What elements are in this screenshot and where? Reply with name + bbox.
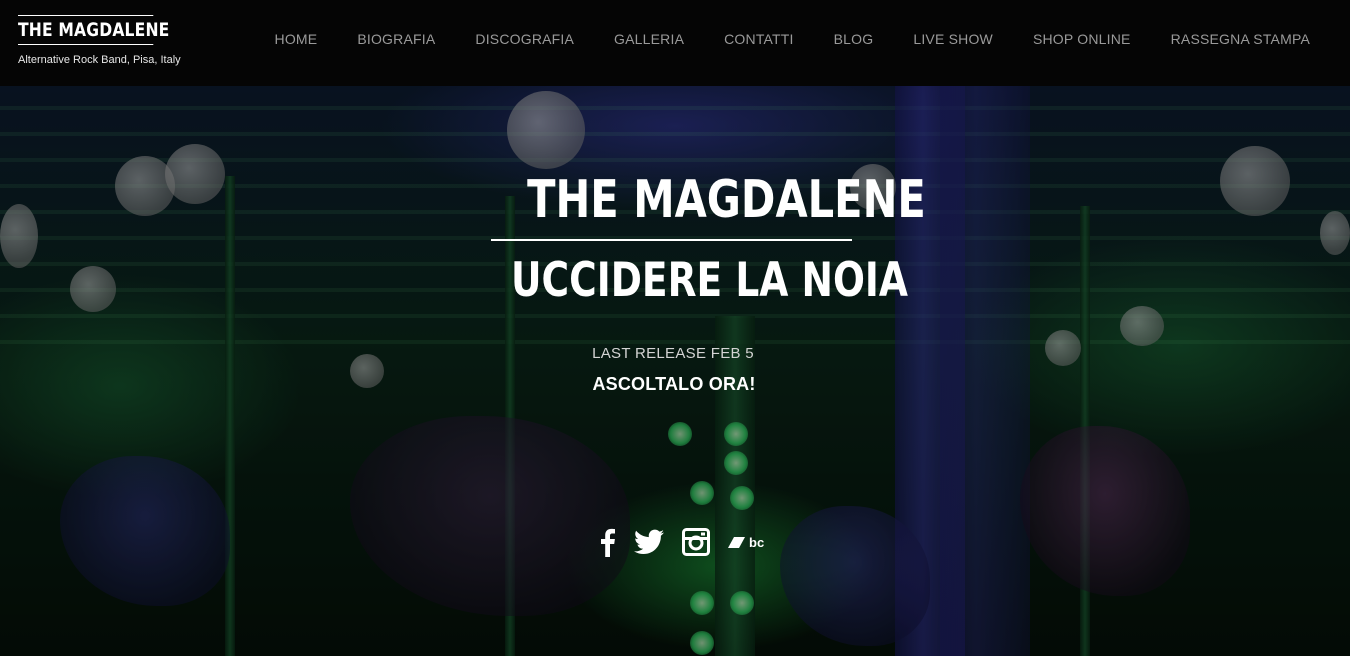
site-header: THE MAGDALENE Alternative Rock Band, Pis…	[0, 0, 1350, 86]
nav-item-contatti[interactable]: CONTATTI	[724, 30, 794, 48]
hero-subtitle: UCCIDERE LA NOIA	[511, 253, 909, 308]
twitter-icon[interactable]	[634, 526, 664, 558]
site-tagline: Alternative Rock Band, Pisa, Italy	[18, 54, 181, 66]
hero-divider	[491, 239, 852, 241]
bandcamp-label: bc	[749, 535, 764, 550]
facebook-icon[interactable]	[598, 526, 616, 558]
nav-item-discografia[interactable]: DISCOGRAFIA	[475, 30, 574, 48]
hero-title: THE MAGDALENE	[527, 170, 926, 230]
instagram-icon[interactable]	[682, 526, 710, 558]
social-links: bc	[598, 526, 788, 558]
listen-now-link[interactable]: ASCOLTALO ORA!	[0, 374, 1348, 395]
nav-item-rassegna-stampa[interactable]: RASSEGNA STAMPA	[1171, 30, 1310, 48]
nav-item-blog[interactable]: BLOG	[834, 30, 874, 48]
nav-item-biografia[interactable]: BIOGRAFIA	[357, 30, 435, 48]
hero-section: THE MAGDALENE UCCIDERE LA NOIA LAST RELE…	[0, 86, 1350, 656]
bandcamp-icon[interactable]: bc	[728, 526, 770, 558]
release-date: LAST RELEASE FEB 5	[592, 345, 754, 362]
nav-item-live-show[interactable]: LIVE SHOW	[913, 30, 993, 48]
main-nav: HOME BIOGRAFIA DISCOGRAFIA GALLERIA CONT…	[235, 30, 1310, 48]
brand[interactable]: THE MAGDALENE Alternative Rock Band, Pis…	[18, 15, 183, 66]
site-logo-title[interactable]: THE MAGDALENE	[18, 15, 169, 45]
nav-item-galleria[interactable]: GALLERIA	[614, 30, 684, 48]
nav-item-home[interactable]: HOME	[275, 30, 318, 48]
nav-item-shop-online[interactable]: SHOP ONLINE	[1033, 30, 1131, 48]
